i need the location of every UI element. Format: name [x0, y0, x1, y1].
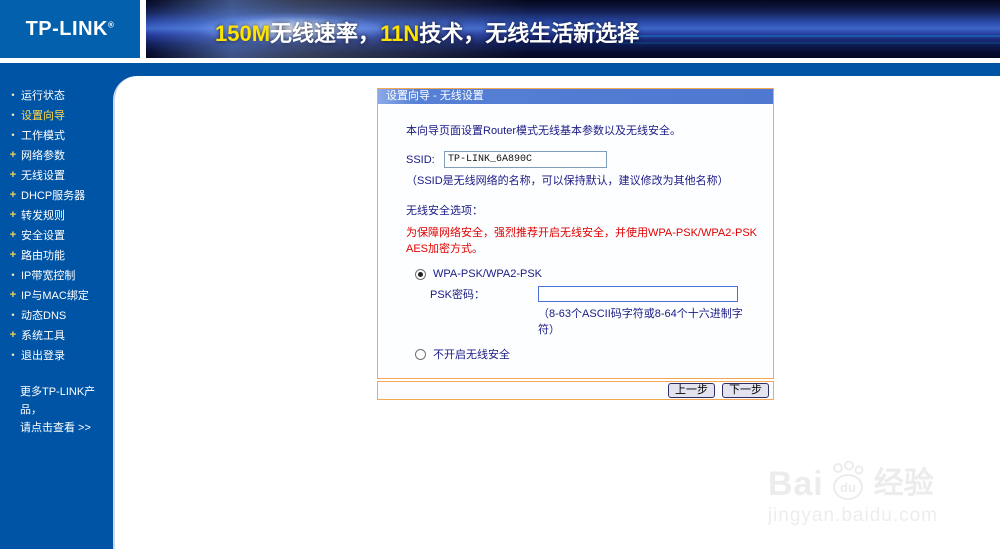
- sidebar-item-label: 网络参数: [21, 150, 65, 162]
- radio-wpa-psk-label[interactable]: WPA-PSK/WPA2-PSK: [433, 268, 542, 280]
- sidebar-item[interactable]: + DHCP服务器: [0, 185, 113, 205]
- sidebar-item-label: 系统工具: [21, 330, 65, 342]
- ssid-hint-text: （SSID是无线网络的名称，可以保持默认，建议修改为其他名称）: [406, 175, 729, 187]
- sidebar-item-label: 安全设置: [21, 230, 65, 242]
- bullet-icon: •: [11, 270, 15, 280]
- wizard-title-bar: 设置向导 - 无线设置: [378, 89, 773, 104]
- sidebar-item-label: 设置向导: [21, 110, 65, 122]
- bullet-icon: •: [11, 90, 15, 100]
- bullet-icon: +: [9, 329, 17, 341]
- radio-wpa-psk[interactable]: [415, 268, 426, 280]
- bullet-icon: +: [9, 209, 17, 221]
- promo-banner-text: 150M无线速率，11N技术，无线生活新选择: [215, 16, 639, 48]
- sidebar-item-label: 退出登录: [21, 350, 65, 362]
- sidebar-item[interactable]: • 退出登录: [0, 345, 113, 365]
- main-area: 设置向导 - 无线设置 本向导页面设置Router模式无线基本参数以及无线安全。…: [0, 63, 1000, 549]
- watermark-domain-text: jingyan.baidu.com: [767, 505, 938, 526]
- sidebar-item-label: DHCP服务器: [21, 190, 86, 202]
- tplink-logo-text: TP-LINK®: [25, 17, 115, 40]
- bullet-icon: +: [9, 189, 17, 201]
- registered-mark: ®: [107, 19, 115, 29]
- sidebar-item-label: 动态DNS: [21, 310, 67, 322]
- baidu-jingyan-watermark: Bai du 经验 jingyan.baidu.com: [768, 461, 938, 527]
- sidebar-item[interactable]: + IP与MAC绑定: [0, 285, 113, 305]
- content-panel: 设置向导 - 无线设置 本向导页面设置Router模式无线基本参数以及无线安全。…: [113, 76, 1000, 549]
- bullet-icon: +: [9, 249, 17, 261]
- wizard-footer: 上一步 下一步: [377, 381, 774, 400]
- sidebar: • 运行状态 • 设置向导 • 工作模式 + 网络参数 + 无线设置 + DHC…: [0, 85, 113, 437]
- sidebar-item-label: 转发规则: [21, 210, 65, 222]
- back-button[interactable]: 上一步: [668, 383, 715, 398]
- sidebar-item[interactable]: • 动态DNS: [0, 305, 113, 325]
- header: TP-LINK® 150M无线速率，11N技术，无线生活新选择: [0, 0, 1000, 58]
- security-options-label: 无线安全选项：: [406, 205, 483, 217]
- sidebar-item[interactable]: • 运行状态: [0, 85, 113, 105]
- setup-wizard-dialog: 设置向导 - 无线设置 本向导页面设置Router模式无线基本参数以及无线安全。…: [377, 88, 774, 400]
- bullet-icon: +: [9, 289, 17, 301]
- promo-banner: 150M无线速率，11N技术，无线生活新选择: [146, 0, 1000, 58]
- bullet-icon: •: [11, 350, 15, 360]
- ssid-label: SSID:: [406, 153, 435, 166]
- bullet-icon: •: [11, 130, 15, 140]
- banner-seg-tagline: 技术，无线生活新选择: [419, 21, 640, 46]
- sidebar-item[interactable]: + 无线设置: [0, 165, 113, 185]
- sidebar-item-label: 无线设置: [21, 170, 65, 182]
- more-products-link[interactable]: 更多TP-LINK产品， 请点击查看 >>: [0, 383, 113, 437]
- more-products-line2[interactable]: 请点击查看 >>: [20, 419, 113, 437]
- wizard-intro-text: 本向导页面设置Router模式无线基本参数以及无线安全。: [406, 125, 682, 137]
- sidebar-item-label: IP带宽控制: [21, 270, 76, 282]
- sidebar-menu: • 运行状态 • 设置向导 • 工作模式 + 网络参数 + 无线设置 + DHC…: [0, 85, 113, 365]
- sidebar-item-label: 工作模式: [21, 130, 65, 142]
- next-button[interactable]: 下一步: [722, 383, 769, 398]
- radio-no-security[interactable]: [415, 348, 426, 360]
- bullet-icon: •: [11, 110, 15, 120]
- bullet-icon: +: [9, 149, 17, 161]
- sidebar-item[interactable]: • 工作模式: [0, 125, 113, 145]
- psk-password-label: PSK密码：: [430, 289, 486, 301]
- banner-seg-rate: 无线速率，: [270, 21, 381, 46]
- bullet-icon: +: [9, 169, 17, 181]
- sidebar-item[interactable]: • IP带宽控制: [0, 265, 113, 285]
- sidebar-item[interactable]: + 转发规则: [0, 205, 113, 225]
- svg-text:du: du: [840, 480, 856, 495]
- bullet-icon: +: [9, 229, 17, 241]
- paw-icon: du: [832, 461, 864, 500]
- psk-password-input[interactable]: [538, 286, 738, 302]
- banner-seg-11n: 11N: [380, 21, 420, 46]
- sidebar-item-label: IP与MAC绑定: [21, 290, 89, 302]
- banner-seg-150m: 150M: [215, 21, 271, 46]
- tplink-logo: TP-LINK®: [0, 0, 140, 58]
- sidebar-item-label: 路由功能: [21, 250, 65, 262]
- ssid-input[interactable]: [444, 151, 607, 168]
- radio-no-security-label[interactable]: 不开启无线安全: [433, 346, 510, 362]
- psk-hint-text: （8-63个ASCII码字符或8-64个十六进制字符）: [538, 308, 743, 336]
- security-warning-text: 为保障网络安全，强烈推荐开启无线安全，并使用WPA-PSK/WPA2-PSK A…: [406, 227, 757, 255]
- sidebar-item-label: 运行状态: [21, 90, 65, 102]
- watermark-suffix-text: 经验: [873, 467, 934, 500]
- bullet-icon: •: [11, 310, 15, 320]
- sidebar-item[interactable]: + 安全设置: [0, 225, 113, 245]
- sidebar-item[interactable]: • 设置向导: [0, 105, 113, 125]
- sidebar-item[interactable]: + 路由功能: [0, 245, 113, 265]
- more-products-line1[interactable]: 更多TP-LINK产品，: [20, 383, 113, 419]
- watermark-brand-text: Bai: [767, 465, 824, 503]
- sidebar-item[interactable]: + 系统工具: [0, 325, 113, 345]
- sidebar-item[interactable]: + 网络参数: [0, 145, 113, 165]
